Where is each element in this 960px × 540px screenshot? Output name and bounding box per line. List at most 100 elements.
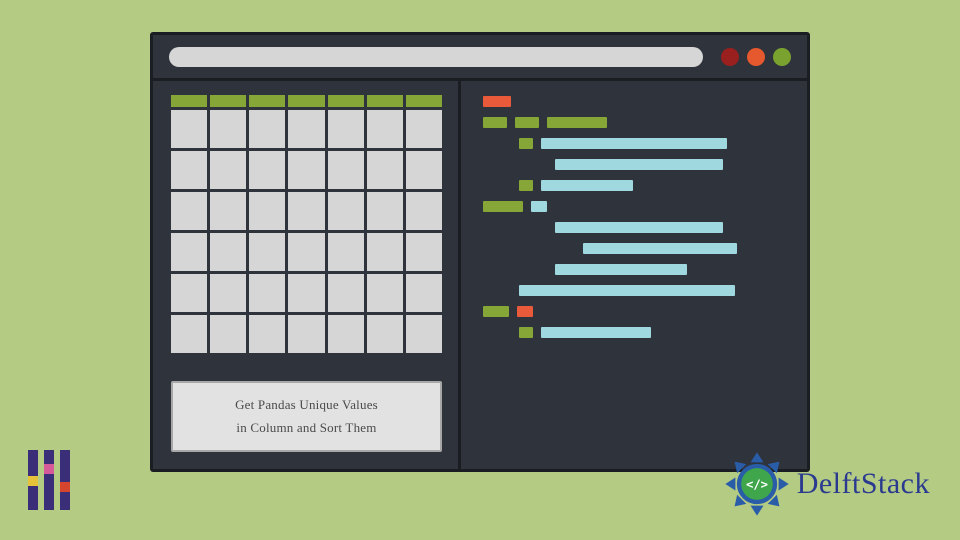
code-block [483,95,793,338]
app-window: Get Pandas Unique Values in Column and S… [150,32,810,472]
caption-box: Get Pandas Unique Values in Column and S… [171,381,442,452]
grid-cell [406,151,442,189]
grid-cell [249,315,285,353]
grid-header-cell [249,95,285,107]
grid-cell [328,192,364,230]
titlebar [153,35,807,81]
spreadsheet-grid [171,95,442,353]
code-token [483,306,509,317]
code-token [547,117,607,128]
code-token [555,159,723,170]
close-icon[interactable] [721,48,739,66]
grid-cell [406,233,442,271]
table-row [171,110,442,148]
maximize-icon[interactable] [773,48,791,66]
table-row [171,274,442,312]
code-line [555,263,793,275]
code-token [517,306,533,317]
url-bar[interactable] [169,47,703,67]
grid-cell [288,315,324,353]
delftstack-label: DelftStack [797,467,930,501]
grid-cell [288,151,324,189]
grid-cell [367,274,403,312]
code-bullet [519,180,533,191]
code-token [541,138,727,149]
table-row [171,233,442,271]
caption-line-1: Get Pandas Unique Values [181,393,432,416]
grid-cell [210,315,246,353]
code-token [583,243,737,254]
grid-body [171,110,442,353]
grid-header-cell [288,95,324,107]
grid-cell [367,233,403,271]
grid-cell [171,110,207,148]
grid-cell [367,315,403,353]
code-token [541,327,651,338]
grid-cell [288,110,324,148]
grid-cell [406,110,442,148]
code-token [555,222,723,233]
grid-header-cell [406,95,442,107]
code-line [519,179,793,191]
code-line [583,242,793,254]
grid-cell [210,233,246,271]
grid-cell [367,192,403,230]
code-token [483,96,511,107]
grid-cell [249,233,285,271]
code-line [483,95,793,107]
grid-cell [171,274,207,312]
grid-cell [406,315,442,353]
code-token [483,117,507,128]
grid-header-cell [171,95,207,107]
right-pane [461,81,807,469]
grid-cell [171,233,207,271]
code-token [531,201,547,212]
table-row [171,315,442,353]
code-line [519,137,793,149]
code-bullet [519,138,533,149]
left-logo-icon [28,450,70,510]
grid-cell [210,274,246,312]
grid-cell [249,192,285,230]
code-line [483,116,793,128]
grid-header-cell [367,95,403,107]
grid-cell [171,192,207,230]
code-line [519,326,793,338]
grid-cell [288,192,324,230]
left-pane: Get Pandas Unique Values in Column and S… [153,81,461,469]
grid-cell [210,192,246,230]
code-token [519,285,735,296]
grid-cell [406,192,442,230]
grid-cell [328,315,364,353]
code-line [519,284,793,296]
grid-cell [288,233,324,271]
grid-cell [328,233,364,271]
grid-cell [328,151,364,189]
grid-cell [249,151,285,189]
table-row [171,192,442,230]
grid-header-cell [210,95,246,107]
grid-cell [328,274,364,312]
grid-cell [210,110,246,148]
grid-cell [328,110,364,148]
grid-cell [171,315,207,353]
minimize-icon[interactable] [747,48,765,66]
code-token [541,180,633,191]
code-line [555,158,793,170]
grid-cell [288,274,324,312]
delftstack-logo: </> DelftStack [721,448,930,520]
code-bullet [519,327,533,338]
grid-cell [171,151,207,189]
code-line [555,221,793,233]
grid-header-row [171,95,442,107]
window-controls [721,48,791,66]
code-line [483,305,793,317]
grid-cell [367,151,403,189]
content-panes: Get Pandas Unique Values in Column and S… [153,81,807,469]
grid-cell [249,274,285,312]
code-token [483,201,523,212]
grid-cell [406,274,442,312]
table-row [171,151,442,189]
code-token [515,117,539,128]
grid-cell [210,151,246,189]
